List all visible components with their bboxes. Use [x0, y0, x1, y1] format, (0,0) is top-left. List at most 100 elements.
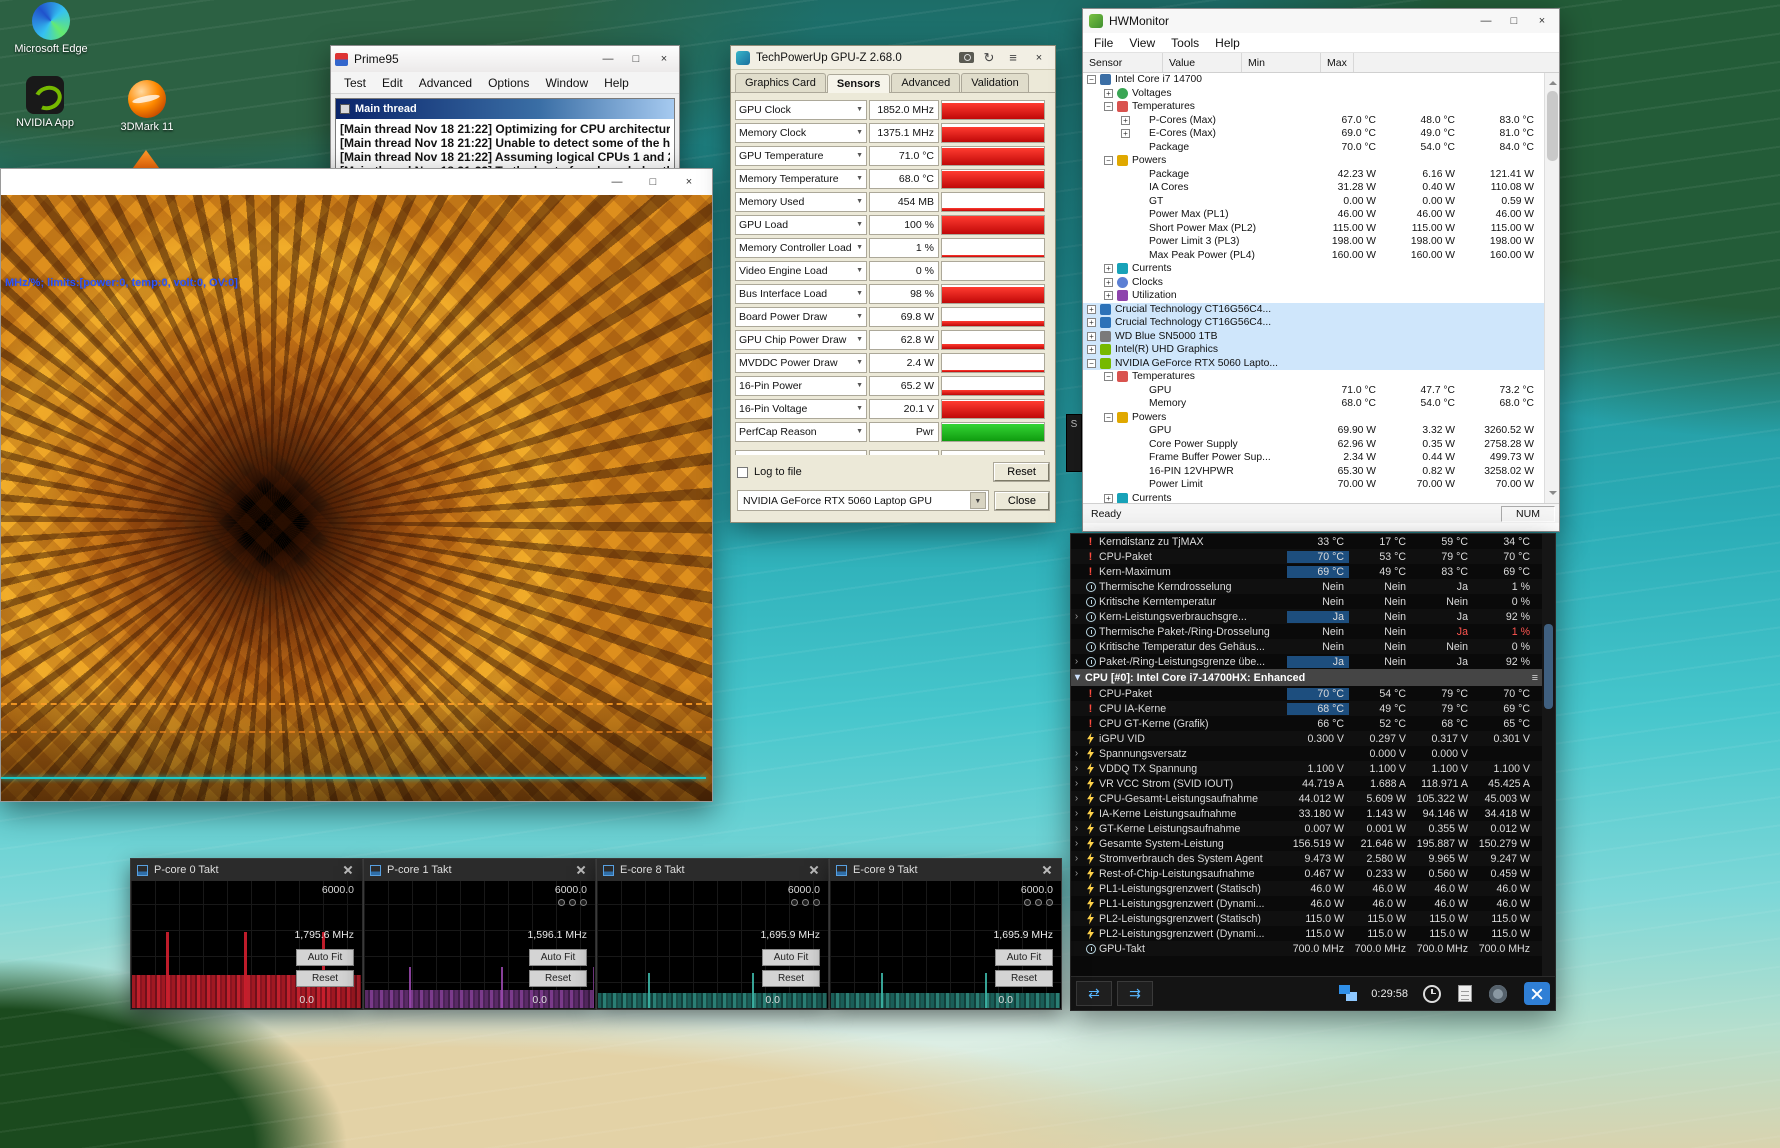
sensor-name-dropdown[interactable]: PerfCap Reason▼	[735, 422, 867, 442]
sensor-tree-row[interactable]: Crucial Technology CT16G56C4...	[1083, 316, 1559, 330]
sensor-row[interactable]: › GT-Kerne Leistungsaufnahme 0.007 W 0.0…	[1071, 821, 1542, 836]
maximize-icon[interactable]: □	[642, 176, 664, 188]
sensor-tree-row[interactable]: Max Peak Power (PL4) 160.00 W 160.00 W 1…	[1083, 249, 1559, 263]
tree-expand-icon[interactable]	[1104, 156, 1113, 165]
graph-titlebar[interactable]: P-core 0 Takt	[131, 859, 362, 881]
close-icon[interactable]	[1039, 862, 1055, 878]
menu-item[interactable]: Tools	[1164, 34, 1206, 52]
chevron-down-icon[interactable]: ▾	[1075, 672, 1080, 683]
reset-button[interactable]: Reset	[529, 970, 587, 987]
close-icon[interactable]: ×	[1531, 15, 1553, 27]
vertical-scrollbar[interactable]	[1544, 73, 1559, 503]
settings-gear-icon[interactable]	[1489, 985, 1507, 1003]
scrollbar-thumb[interactable]	[1544, 624, 1553, 709]
sensor-name-dropdown[interactable]: GPU Clock▼	[735, 100, 867, 120]
sensor-tree-row[interactable]: Frame Buffer Power Sup... 2.34 W 0.44 W …	[1083, 451, 1559, 465]
auto-fit-button[interactable]: Auto Fit	[762, 949, 820, 966]
tree-expand-icon[interactable]	[1087, 332, 1096, 341]
screenshot-camera-icon[interactable]	[959, 52, 974, 63]
tree-expand-icon[interactable]	[1087, 305, 1096, 314]
log-to-file-checkbox[interactable]	[737, 467, 748, 478]
sensor-name-dropdown[interactable]: Bus Interface Load▼	[735, 284, 867, 304]
vertical-scrollbar[interactable]	[1542, 534, 1555, 976]
minimize-icon[interactable]: —	[1475, 15, 1497, 27]
tree-expand-icon[interactable]	[1104, 494, 1113, 503]
sensor-tree-row[interactable]: Powers	[1083, 154, 1559, 168]
sensor-tree-row[interactable]: Power Limit 3 (PL3) 198.00 W 198.00 W 19…	[1083, 235, 1559, 249]
maximize-icon[interactable]: □	[625, 53, 647, 65]
sensor-tree-row[interactable]: Voltages	[1083, 87, 1559, 101]
sensor-row[interactable]: › Kern-Leistungsverbrauchsgre... Ja Nein…	[1071, 609, 1542, 624]
tree-expand-icon[interactable]	[1104, 291, 1113, 300]
tree-expand-icon[interactable]	[1104, 264, 1113, 273]
sensor-name-dropdown[interactable]: Board Power Draw▼	[735, 307, 867, 327]
sensor-row[interactable]: › PL1-Leistungsgrenzwert (Dynami... 46.0…	[1071, 896, 1542, 911]
sensor-name-dropdown[interactable]: 16-Pin Voltage▼	[735, 399, 867, 419]
tree-expand-icon[interactable]	[1104, 278, 1113, 287]
sensor-tree-row[interactable]: Temperatures	[1083, 370, 1559, 384]
sensor-row[interactable]: › PL1-Leistungsgrenzwert (Statisch) 46.0…	[1071, 881, 1542, 896]
graph-titlebar[interactable]: P-core 1 Takt	[364, 859, 595, 881]
hwmonitor-titlebar[interactable]: HWMonitor — □ ×	[1083, 9, 1559, 33]
sensor-tree-row[interactable]: Clocks	[1083, 276, 1559, 290]
desktop-icon[interactable]: 3DMark 11	[104, 80, 190, 133]
sensor-tree-row[interactable]: GPU 71.0 °C 47.7 °C 73.2 °C	[1083, 384, 1559, 398]
reset-button[interactable]: Reset	[762, 970, 820, 987]
sensor-tree-row[interactable]: Currents	[1083, 262, 1559, 276]
menu-item[interactable]: Window	[538, 74, 595, 92]
clock-icon[interactable]	[1423, 985, 1441, 1003]
auto-fit-button[interactable]: Auto Fit	[296, 949, 354, 966]
nav-swap-icon[interactable]: ⇄	[1076, 981, 1112, 1006]
prime95-titlebar[interactable]: Prime95 — □ ×	[331, 46, 679, 72]
sensor-row[interactable]: › CPU IA-Kerne 68 °C 49 °C 79 °C 69 °C	[1071, 701, 1542, 716]
graph-toggle-icon[interactable]: ›	[1071, 778, 1082, 789]
sensor-tree-row[interactable]: Currents	[1083, 492, 1559, 504]
desktop-icon[interactable]: NVIDIA App	[2, 76, 88, 129]
sensor-tree-row[interactable]: 16-PIN 12VHPWR 65.30 W 0.82 W 3258.02 W	[1083, 465, 1559, 479]
sensor-tree-row[interactable]: Crucial Technology CT16G56C4...	[1083, 303, 1559, 317]
close-icon[interactable]: ×	[653, 53, 675, 65]
sensor-name-dropdown[interactable]: MVDDC Power Draw▼	[735, 353, 867, 373]
column-header[interactable]: Sensor	[1083, 53, 1163, 72]
sensor-tree-row[interactable]: Intel(R) UHD Graphics	[1083, 343, 1559, 357]
tree-expand-icon[interactable]	[1087, 75, 1096, 84]
remote-monitoring-icon[interactable]	[1339, 985, 1350, 994]
sensor-row[interactable]: › Kerndistanz zu TjMAX 33 °C 17 °C 59 °C…	[1071, 534, 1542, 549]
graph-toggle-icon[interactable]: ›	[1071, 823, 1082, 834]
sensor-row[interactable]: › Gesamte System-Leistung 156.519 W 21.6…	[1071, 836, 1542, 851]
close-icon[interactable]	[340, 862, 356, 878]
sensor-tree-row[interactable]: Package 42.23 W 6.16 W 121.41 W	[1083, 168, 1559, 182]
sensor-row[interactable]: › Paket-/Ring-Leistungsgrenze übe... Ja …	[1071, 654, 1542, 669]
menu-item[interactable]: Test	[337, 74, 373, 92]
sensor-row[interactable]: › Thermische Kerndrosselung Nein Nein Ja…	[1071, 579, 1542, 594]
graph-toggle-icon[interactable]: ›	[1071, 838, 1082, 849]
reset-button[interactable]: Reset	[296, 970, 354, 987]
sensor-group-header[interactable]: ▾ CPU [#0]: Intel Core i7-14700HX: Enhan…	[1071, 669, 1542, 686]
scrollbar-thumb[interactable]	[1547, 91, 1558, 161]
sensor-name-dropdown[interactable]: Video Engine Load▼	[735, 261, 867, 281]
sensor-row[interactable]: › Kritische Temperatur des Gehäus... Nei…	[1071, 639, 1542, 654]
gpu-select-dropdown[interactable]: NVIDIA GeForce RTX 5060 Laptop GPU▼	[737, 490, 989, 511]
maximize-icon[interactable]: □	[1503, 15, 1525, 27]
tree-expand-icon[interactable]	[1104, 89, 1113, 98]
column-header[interactable]: Max	[1321, 53, 1354, 72]
minimize-icon[interactable]: —	[597, 53, 619, 65]
close-icon[interactable]	[806, 862, 822, 878]
menu-icon[interactable]: ≡	[1004, 50, 1022, 65]
close-icon[interactable]	[573, 862, 589, 878]
tab[interactable]: Graphics Card	[735, 73, 826, 92]
sensor-row[interactable]: › Kern-Maximum 69 °C 49 °C 83 °C 69 °C	[1071, 564, 1542, 579]
sensor-row[interactable]: › VDDQ TX Spannung 1.100 V 1.100 V 1.100…	[1071, 761, 1542, 776]
minimize-icon[interactable]: —	[606, 176, 628, 188]
tree-expand-icon[interactable]	[1104, 413, 1113, 422]
group-menu-icon[interactable]: ≡	[1532, 672, 1538, 684]
menu-item[interactable]: Help	[1208, 34, 1247, 52]
tree-expand-icon[interactable]	[1087, 359, 1096, 368]
close-sensors-icon[interactable]	[1524, 982, 1550, 1005]
column-header[interactable]: Min	[1242, 53, 1321, 72]
tree-expand-icon[interactable]	[1121, 116, 1130, 125]
menu-item[interactable]: Options	[481, 74, 536, 92]
sensor-row[interactable]: › iGPU VID 0.300 V 0.297 V 0.317 V 0.301…	[1071, 731, 1542, 746]
tree-expand-icon[interactable]	[1087, 345, 1096, 354]
sensor-tree-row[interactable]: Package 70.0 °C 54.0 °C 84.0 °C	[1083, 141, 1559, 155]
